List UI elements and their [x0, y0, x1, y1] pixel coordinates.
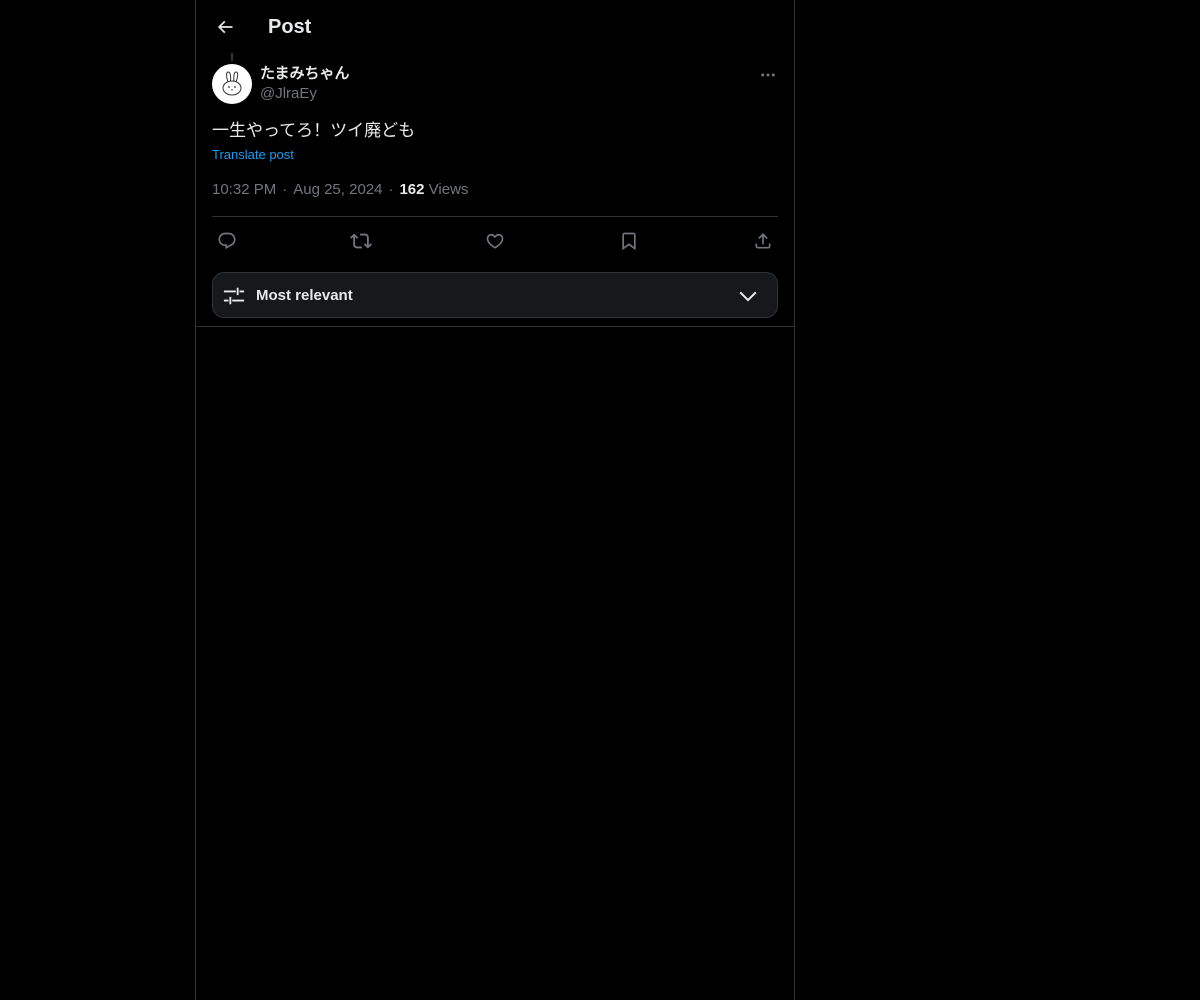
- chevron-down-icon: [739, 291, 757, 302]
- like-button[interactable]: [480, 227, 510, 255]
- post-author[interactable]: たまみちゃん @JlraEy: [260, 64, 350, 104]
- post-actions: [212, 227, 778, 255]
- more-options-button[interactable]: [756, 64, 780, 86]
- post-header: Post: [196, 0, 794, 53]
- reply-sort-dropdown[interactable]: Most relevant: [212, 272, 778, 318]
- views-count: 162: [399, 181, 425, 198]
- sort-label: Most relevant: [256, 287, 353, 304]
- section-divider: [196, 326, 794, 327]
- main-column: Post たまみちゃん @JlraEy 一生やってろ！ツイ廃ども Transla…: [195, 0, 795, 1000]
- back-button[interactable]: [208, 10, 242, 44]
- share-icon: [755, 233, 771, 249]
- thread-line: [231, 53, 233, 61]
- post-date[interactable]: Aug 25, 2024: [293, 181, 382, 198]
- author-display-name[interactable]: たまみちゃん: [260, 64, 350, 84]
- repost-button[interactable]: [346, 227, 376, 255]
- bunny-avatar-icon: [222, 71, 242, 96]
- reply-icon: [218, 232, 236, 250]
- arrow-left-icon: [217, 20, 233, 34]
- meta-separator: ·: [388, 181, 394, 198]
- avatar[interactable]: [212, 64, 252, 104]
- bookmark-button[interactable]: [614, 227, 644, 255]
- meta-separator: ·: [282, 181, 288, 198]
- post-meta: 10:32 PM · Aug 25, 2024 · 162 Views: [212, 180, 468, 200]
- page-title: Post: [268, 16, 312, 38]
- post-time[interactable]: 10:32 PM: [212, 181, 276, 198]
- translate-post-link[interactable]: Translate post: [212, 146, 294, 164]
- repost-icon: [350, 233, 372, 249]
- share-button[interactable]: [748, 227, 778, 255]
- views-label: Views: [428, 181, 469, 198]
- divider: [212, 216, 778, 217]
- bookmark-icon: [622, 232, 636, 251]
- author-handle[interactable]: @JlraEy: [260, 84, 350, 104]
- reply-button[interactable]: [212, 227, 242, 255]
- more-horizontal-icon: [761, 73, 775, 77]
- like-icon: [486, 233, 504, 249]
- post-text: 一生やってろ！ツイ廃ども: [212, 121, 416, 141]
- sliders-icon: [223, 287, 245, 305]
